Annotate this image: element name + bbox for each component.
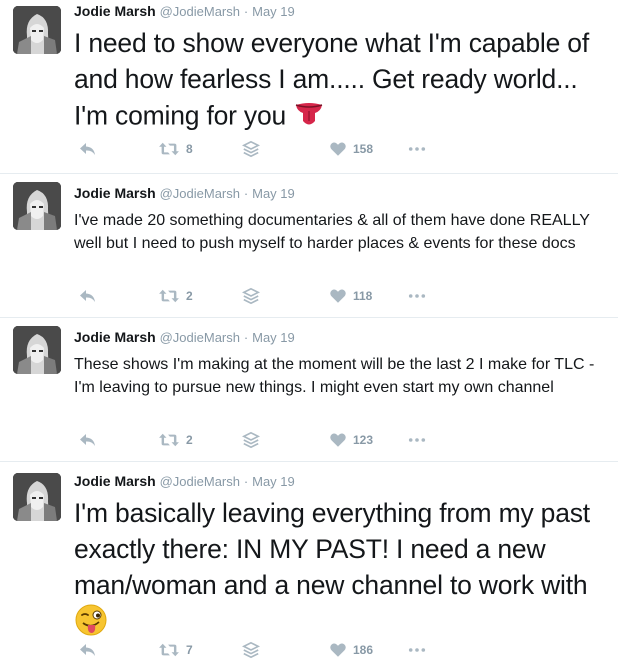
stack-button[interactable] [242, 286, 260, 306]
heart-icon [329, 641, 347, 659]
tweet-text: These shows I'm making at the moment wil… [74, 356, 595, 396]
tweet[interactable]: Jodie Marsh @JodieMarsh · May 19 I'm bas… [0, 462, 618, 671]
user-handle[interactable]: @JodieMarsh [160, 4, 240, 19]
tweet-date[interactable]: May 19 [252, 4, 295, 19]
display-name[interactable]: Jodie Marsh [74, 473, 156, 489]
avatar[interactable] [13, 326, 61, 374]
avatar[interactable] [13, 182, 61, 230]
stack-icon [242, 140, 260, 158]
tweet-feed: Jodie Marsh @JodieMarsh · May 19 I need … [0, 0, 618, 671]
tweet[interactable]: Jodie Marsh @JodieMarsh · May 19 I need … [0, 0, 618, 174]
reply-button[interactable] [78, 430, 98, 450]
tweet-actions: 7 186 [74, 640, 494, 660]
avatar[interactable] [13, 6, 61, 54]
tweet[interactable]: Jodie Marsh @JodieMarsh · May 19 I've ma… [0, 174, 618, 318]
more-icon [408, 431, 426, 449]
reply-button[interactable] [78, 640, 98, 660]
more-icon [408, 287, 426, 305]
avatar[interactable] [13, 473, 61, 521]
more-button[interactable] [408, 139, 426, 159]
tweet-actions: 2 118 [74, 286, 494, 306]
tweet-header: Jodie Marsh @JodieMarsh · May 19 [74, 328, 604, 347]
tweet-header: Jodie Marsh @JodieMarsh · May 19 [74, 184, 604, 203]
reply-icon [78, 139, 98, 159]
more-icon [408, 641, 426, 659]
tweet-date[interactable]: May 19 [252, 474, 295, 489]
like-button[interactable]: 186 [329, 640, 373, 660]
tweet-actions: 2 123 [74, 430, 494, 450]
retweet-icon [158, 641, 180, 659]
like-button[interactable]: 118 [329, 286, 372, 306]
retweet-icon [158, 431, 180, 449]
tweet-date[interactable]: May 19 [252, 186, 295, 201]
retweet-icon [158, 287, 180, 305]
like-count: 186 [353, 643, 374, 657]
stack-button[interactable] [242, 640, 260, 660]
separator: · [243, 186, 249, 201]
heart-icon [329, 431, 347, 449]
retweet-icon [158, 140, 180, 158]
retweet-count: 2 [186, 433, 193, 447]
more-button[interactable] [408, 640, 426, 660]
stack-button[interactable] [242, 430, 260, 450]
display-name[interactable]: Jodie Marsh [74, 3, 156, 19]
tweet[interactable]: Jodie Marsh @JodieMarsh · May 19 These s… [0, 318, 618, 462]
user-handle[interactable]: @JodieMarsh [160, 330, 240, 345]
retweet-button[interactable]: 8 [158, 139, 193, 159]
reply-icon [78, 430, 98, 450]
retweet-button[interactable]: 7 [158, 640, 193, 660]
tweet-text-body: I'm basically leaving everything from my… [74, 498, 590, 600]
like-count: 123 [353, 433, 374, 447]
display-name[interactable]: Jodie Marsh [74, 185, 156, 201]
user-handle[interactable]: @JodieMarsh [160, 474, 240, 489]
tweet-text-body: I need to show everyone what I'm capable… [74, 28, 589, 131]
retweet-button[interactable]: 2 [158, 430, 193, 450]
tweet-actions: 8 158 [74, 139, 494, 159]
more-button[interactable] [408, 286, 426, 306]
retweet-count: 7 [186, 643, 193, 657]
like-button[interactable]: 123 [329, 430, 373, 450]
user-handle[interactable]: @JodieMarsh [160, 186, 240, 201]
heart-icon [329, 140, 347, 158]
tweet-text: I've made 20 something documentaries & a… [74, 212, 590, 252]
reply-icon [78, 640, 98, 660]
tongue-out-emoji [293, 97, 325, 138]
reply-button[interactable] [78, 286, 98, 306]
stack-icon [242, 287, 260, 305]
retweet-count: 2 [186, 289, 193, 303]
tweet-date[interactable]: May 19 [252, 330, 295, 345]
separator: · [243, 330, 249, 345]
more-button[interactable] [408, 430, 426, 450]
separator: · [243, 474, 249, 489]
stack-icon [242, 641, 260, 659]
tweet-header: Jodie Marsh @JodieMarsh · May 19 [74, 472, 604, 491]
display-name[interactable]: Jodie Marsh [74, 329, 156, 345]
heart-icon [329, 287, 347, 305]
tweet-text: I need to show everyone what I'm capable… [74, 25, 604, 138]
like-count: 118 [353, 289, 373, 303]
tweet-text: I'm basically leaving everything from my… [74, 495, 604, 646]
like-button[interactable]: 158 [329, 139, 373, 159]
retweet-count: 8 [186, 142, 193, 156]
stack-button[interactable] [242, 139, 260, 159]
tweet-header: Jodie Marsh @JodieMarsh · May 19 [74, 2, 604, 21]
more-icon [408, 140, 426, 158]
retweet-button[interactable]: 2 [158, 286, 193, 306]
stack-icon [242, 431, 260, 449]
reply-icon [78, 286, 98, 306]
separator: · [243, 4, 249, 19]
like-count: 158 [353, 142, 374, 156]
reply-button[interactable] [78, 139, 98, 159]
